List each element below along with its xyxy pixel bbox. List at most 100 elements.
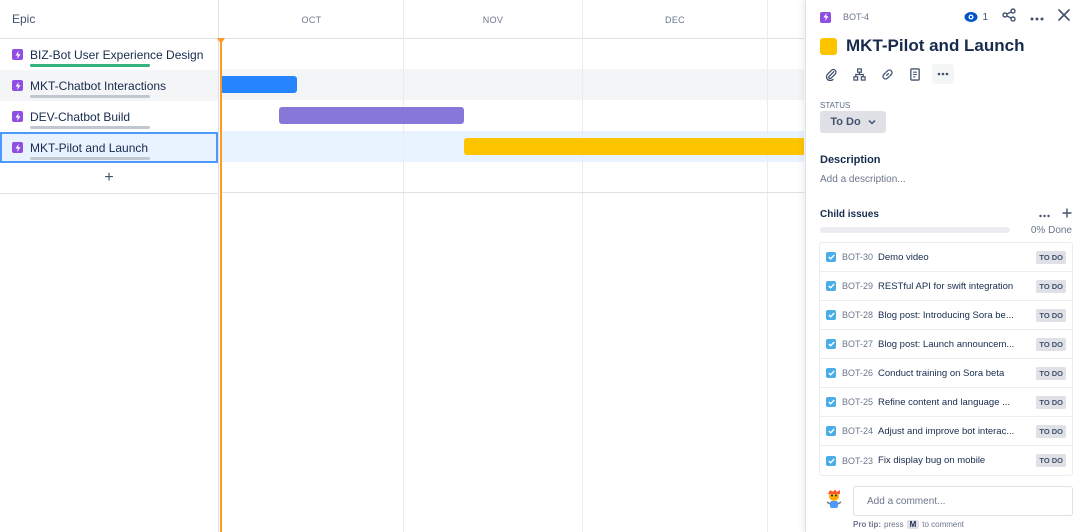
child-issue-summary[interactable]: Demo video	[878, 252, 1030, 263]
epic-row-mkt-chatbot-interactions[interactable]: MKT-Chatbot Interactions	[0, 70, 218, 101]
child-issue-row[interactable]: BOT-30 Demo video TO DO	[820, 243, 1072, 272]
user-avatar-icon	[824, 489, 844, 511]
status-label: STATUS	[820, 101, 851, 110]
timeline-bar-pilot-launch[interactable]	[464, 138, 804, 155]
description-heading: Description	[820, 154, 881, 166]
child-issue-status[interactable]: TO DO	[1036, 424, 1066, 438]
epic-progress-fill	[30, 64, 150, 67]
month-divider	[582, 0, 583, 532]
epic-row-mkt-pilot-launch[interactable]: MKT-Pilot and Launch	[0, 132, 218, 163]
child-issue-status[interactable]: TO DO	[1036, 279, 1066, 293]
epic-lightning-icon	[12, 111, 23, 122]
task-checkbox-icon	[826, 455, 836, 466]
issue-title[interactable]: MKT-Pilot and Launch	[846, 36, 1025, 56]
issue-detail-panel: BOT-4 1 MKT-Pilot and Launch STATUS To D…	[805, 0, 1080, 532]
close-icon[interactable]	[1058, 8, 1070, 26]
add-epic-button[interactable]: +	[0, 163, 218, 194]
page-icon[interactable]	[904, 64, 926, 84]
issue-key-link[interactable]: BOT-4	[843, 12, 869, 22]
child-issue-summary[interactable]: RESTful API for swift integration	[878, 281, 1030, 292]
child-issues-list: BOT-30 Demo video TO DO BOT-29 RESTful A…	[819, 242, 1073, 476]
child-issue-icon[interactable]	[848, 64, 870, 84]
timeline-divider	[220, 192, 804, 193]
child-issue-row[interactable]: BOT-29 RESTful API for swift integration…	[820, 272, 1072, 301]
child-issue-key[interactable]: BOT-27	[842, 339, 873, 349]
status-dropdown[interactable]: To Do	[820, 111, 886, 133]
child-issue-key[interactable]: BOT-30	[842, 252, 873, 262]
watch-count: 1	[982, 11, 988, 23]
child-issue-status[interactable]: TO DO	[1036, 454, 1066, 467]
pro-tip-rest: to comment	[922, 520, 965, 529]
child-issue-key[interactable]: BOT-29	[842, 281, 873, 291]
epic-lightning-icon	[12, 80, 23, 91]
task-checkbox-icon	[826, 339, 836, 349]
child-issue-summary[interactable]: Refine content and language ...	[878, 397, 1030, 408]
child-issue-key[interactable]: BOT-25	[842, 397, 873, 407]
pro-tip-label: Pro tip:	[853, 520, 881, 529]
timeline-bar-chatbot-build[interactable]	[279, 107, 464, 124]
epic-progress-bar	[30, 95, 150, 98]
panel-actions: 1	[964, 7, 1070, 27]
pro-tip: Pro tip: press M to comment	[853, 520, 964, 529]
timeline-header: OCT NOV DEC	[220, 0, 804, 39]
month-divider	[767, 0, 768, 532]
more-actions-icon[interactable]	[1030, 8, 1044, 26]
share-icon[interactable]	[1002, 7, 1016, 27]
epic-color-swatch[interactable]	[820, 37, 837, 55]
child-issue-row[interactable]: BOT-24 Adjust and improve bot interac...…	[820, 417, 1072, 446]
month-label-dec: DEC	[665, 14, 685, 25]
add-child-icon[interactable]	[1062, 206, 1072, 221]
child-issue-row[interactable]: BOT-27 Blog post: Launch announcem... TO…	[820, 330, 1072, 359]
today-marker	[220, 38, 222, 532]
child-issue-summary[interactable]: Adjust and improve bot interac...	[878, 426, 1030, 437]
child-issue-row[interactable]: BOT-25 Refine content and language ... T…	[820, 388, 1072, 417]
child-issue-status[interactable]: TO DO	[1036, 337, 1066, 351]
child-issue-key[interactable]: BOT-24	[842, 426, 873, 436]
child-issue-summary[interactable]: Blog post: Launch announcem...	[878, 339, 1030, 350]
epic-row-dev-chatbot-build[interactable]: DEV-Chatbot Build	[0, 101, 218, 132]
month-label-oct: OCT	[301, 14, 322, 25]
epic-label: MKT-Pilot and Launch	[30, 140, 149, 155]
epic-label: MKT-Chatbot Interactions	[30, 78, 167, 93]
child-issue-summary[interactable]: Fix display bug on mobile	[878, 455, 1030, 466]
child-more-icon[interactable]	[1039, 206, 1050, 221]
child-issue-key[interactable]: BOT-23	[842, 456, 873, 466]
task-checkbox-icon	[826, 310, 836, 320]
child-issue-summary[interactable]: Blog post: Introducing Sora be...	[878, 310, 1030, 321]
child-issue-key[interactable]: BOT-26	[842, 368, 873, 378]
epic-row-biz-ux[interactable]: BIZ-Bot User Experience Design	[0, 39, 218, 70]
attachment-icon[interactable]	[820, 64, 842, 84]
pro-tip-key: M	[906, 520, 920, 529]
watch-button[interactable]: 1	[964, 11, 988, 23]
child-issue-row[interactable]: BOT-23 Fix display bug on mobile TO DO	[820, 446, 1072, 475]
timeline-bar-chatbot-interactions[interactable]	[220, 76, 297, 93]
child-issue-row[interactable]: BOT-28 Blog post: Introducing Sora be...…	[820, 301, 1072, 330]
month-label-nov: NOV	[482, 14, 504, 25]
child-done-percent: 0% Done	[1030, 225, 1072, 236]
child-issue-key[interactable]: BOT-28	[842, 310, 873, 320]
epic-progress-bar	[30, 126, 150, 129]
task-checkbox-icon	[826, 426, 836, 436]
child-issue-summary[interactable]: Conduct training on Sora beta	[878, 368, 1030, 379]
epic-label: BIZ-Bot User Experience Design	[30, 47, 204, 62]
epic-lightning-icon	[12, 142, 23, 153]
epic-label: DEV-Chatbot Build	[30, 109, 131, 124]
epic-lightning-icon	[12, 49, 23, 60]
month-divider	[403, 0, 404, 532]
link-icon[interactable]	[876, 64, 898, 84]
child-issue-status[interactable]: TO DO	[1036, 250, 1066, 264]
child-issue-status[interactable]: TO DO	[1036, 395, 1066, 409]
child-issue-row[interactable]: BOT-26 Conduct training on Sora beta TO …	[820, 359, 1072, 388]
description-input[interactable]: Add a description...	[820, 174, 906, 185]
child-issue-status[interactable]: TO DO	[1036, 308, 1066, 322]
task-checkbox-icon	[826, 368, 836, 378]
child-issues-actions	[1039, 206, 1072, 221]
more-tools-icon[interactable]	[932, 64, 954, 84]
child-issue-status[interactable]: TO DO	[1036, 366, 1066, 380]
epic-lightning-icon	[820, 11, 831, 23]
comment-input[interactable]: Add a comment...	[853, 486, 1073, 516]
status-value: To Do	[830, 116, 861, 128]
issue-title-row: MKT-Pilot and Launch	[820, 36, 1025, 56]
timeline-grid: OCT NOV DEC	[217, 0, 804, 532]
pro-tip-press: press	[884, 520, 904, 529]
